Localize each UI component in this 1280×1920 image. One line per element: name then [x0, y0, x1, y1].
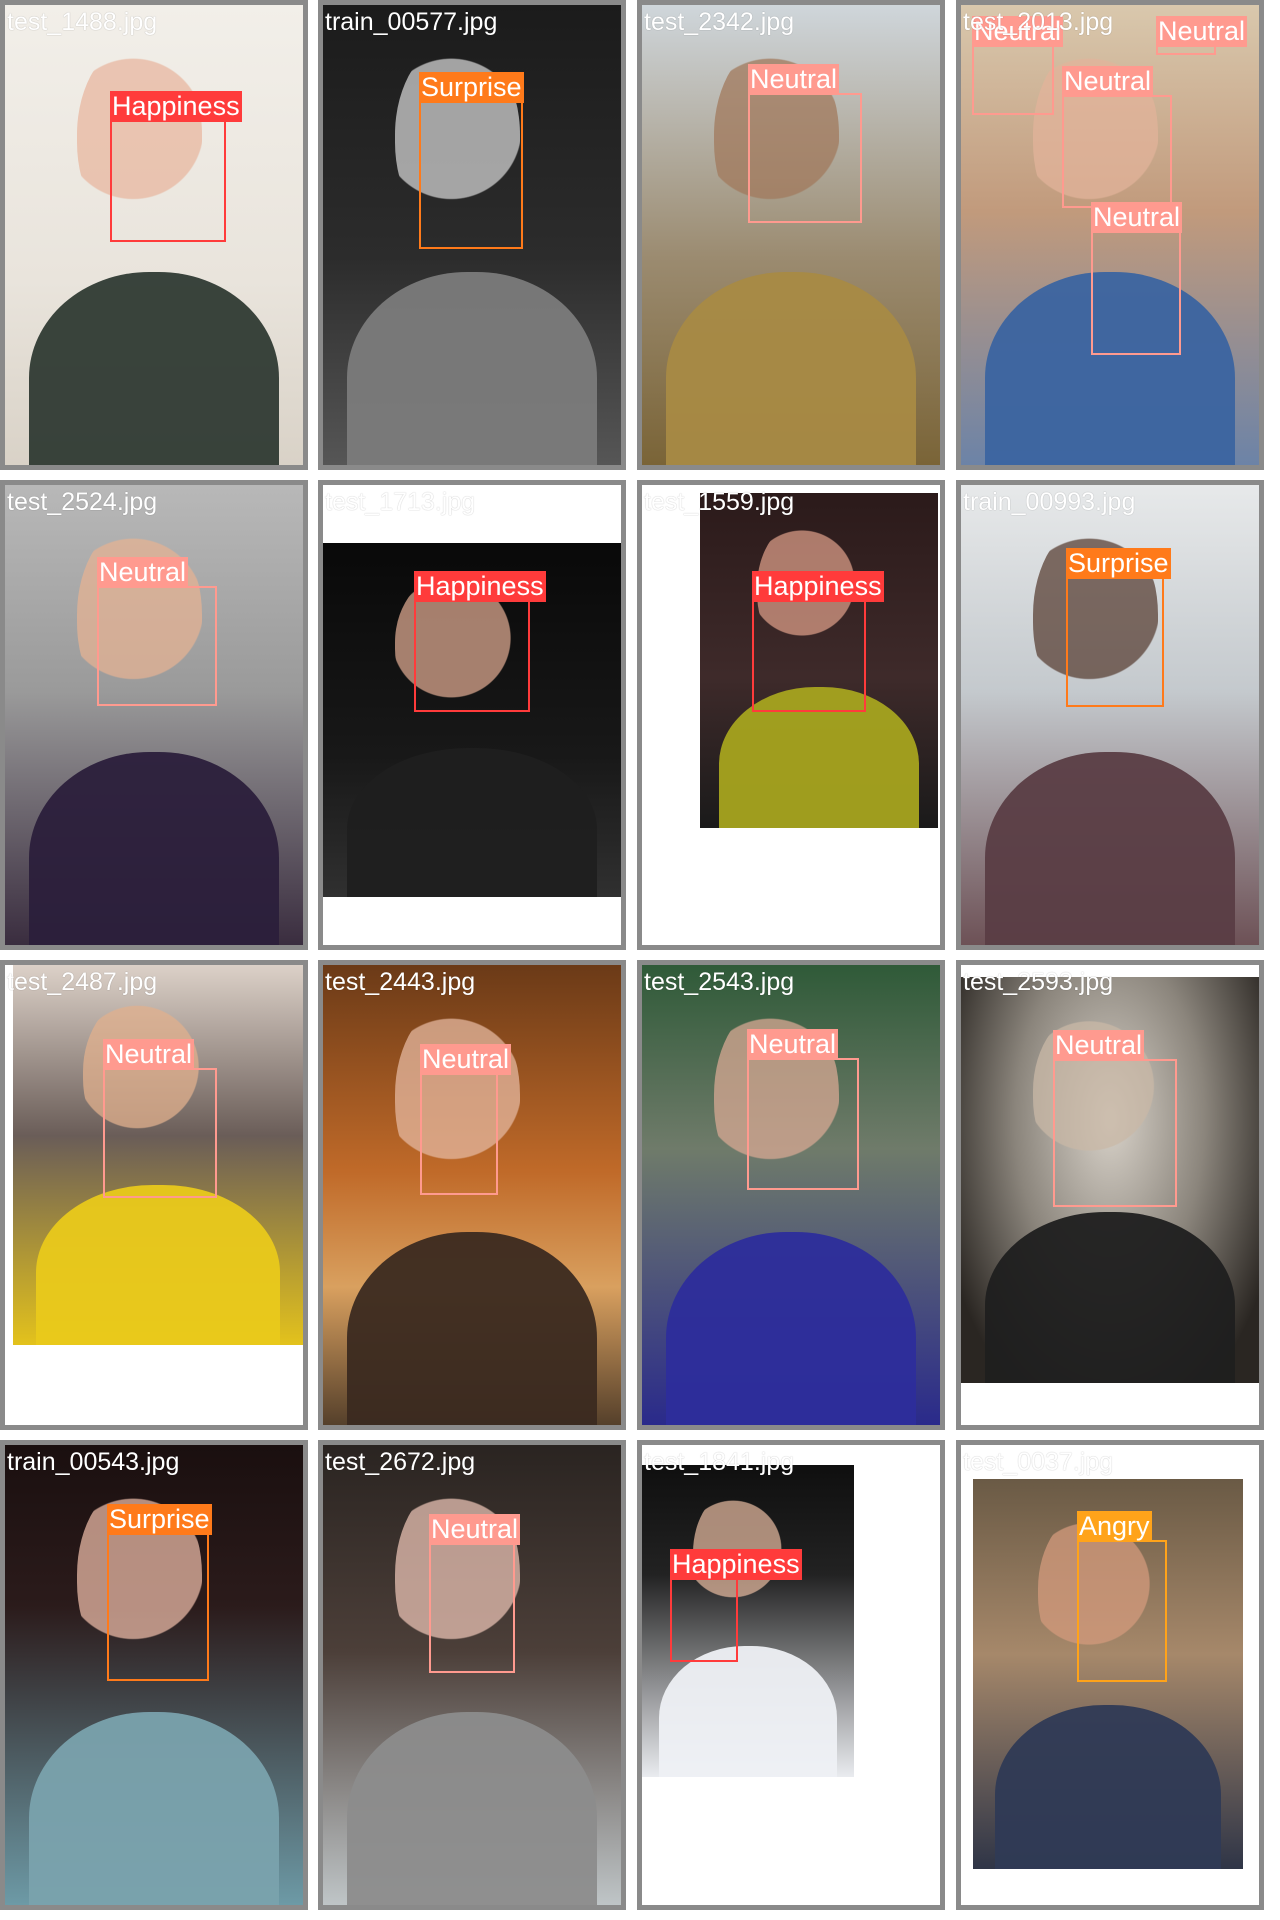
filename: train_00577.jpg — [325, 8, 498, 36]
face-box-neutral: Neutral — [747, 1029, 859, 1190]
tile-2: train_00577.jpg Surprise — [318, 0, 626, 470]
face-box-neutral: Neutral — [1062, 66, 1172, 208]
tile-7: test_1559.jpg Happiness — [637, 480, 945, 950]
label-surprise: Surprise — [107, 1504, 212, 1535]
face-box-neutral: Neutral — [972, 16, 1064, 115]
tile-13: train_00543.jpg Surprise — [0, 1440, 308, 1910]
label-surprise: Surprise — [419, 72, 524, 103]
label-surprise: Surprise — [1066, 548, 1171, 579]
tile-5: test_2524.jpg Neutral — [0, 480, 308, 950]
filename: test_2524.jpg — [7, 488, 158, 516]
tile-3: test_2342.jpg Neutral — [637, 0, 945, 470]
tile-14: test_2672.jpg Neutral — [318, 1440, 626, 1910]
label-neutral: Neutral — [103, 1039, 195, 1070]
face-box-surprise: Surprise — [419, 72, 524, 249]
face-box-neutral: Neutral — [1156, 16, 1248, 55]
photo — [5, 485, 303, 945]
filename: test_2543.jpg — [644, 968, 795, 996]
filename: test_2342.jpg — [644, 8, 795, 36]
detection-mosaic: test_1488.jpg Happiness train_00577.jpg … — [0, 0, 1280, 1920]
tile-15: test_1841.jpg Happiness — [637, 1440, 945, 1910]
tile-4: test_2013.jpg Neutral Neutral Neutral Ne… — [956, 0, 1264, 470]
label-angry: Angry — [1077, 1511, 1152, 1542]
tile-12: test_2593.jpg Neutral — [956, 960, 1264, 1430]
label-neutral: Neutral — [1062, 66, 1154, 97]
tile-6: test_1713.jpg Happiness — [318, 480, 626, 950]
filename: test_1841.jpg — [644, 1448, 795, 1476]
filename: test_1713.jpg — [325, 488, 476, 516]
filename: train_00993.jpg — [963, 488, 1136, 516]
label-happiness: Happiness — [670, 1549, 802, 1580]
label-neutral: Neutral — [747, 1029, 839, 1060]
label-neutral: Neutral — [1156, 16, 1248, 47]
label-happiness: Happiness — [110, 91, 242, 122]
filename: test_2593.jpg — [963, 968, 1114, 996]
label-happiness: Happiness — [752, 571, 884, 602]
tile-16: test_0037.jpg Angry — [956, 1440, 1264, 1910]
photo — [323, 965, 621, 1425]
label-neutral: Neutral — [748, 64, 840, 95]
label-neutral: Neutral — [1053, 1030, 1145, 1061]
filename: test_2013.jpg — [963, 8, 1114, 36]
filename: test_1488.jpg — [7, 8, 158, 36]
tile-10: test_2443.jpg Neutral — [318, 960, 626, 1430]
face-box-surprise: Surprise — [1066, 548, 1171, 707]
face-box-happiness: Happiness — [752, 571, 884, 712]
filename: test_1559.jpg — [644, 488, 795, 516]
filename: test_2672.jpg — [325, 1448, 476, 1476]
label-neutral: Neutral — [429, 1514, 521, 1545]
face-box-neutral: Neutral — [97, 557, 217, 706]
face-box-neutral: Neutral — [420, 1044, 512, 1195]
face-box-neutral: Neutral — [1091, 202, 1183, 355]
tile-9: test_2487.jpg Neutral — [0, 960, 308, 1430]
face-box-happiness: Happiness — [670, 1549, 802, 1662]
face-box-neutral: Neutral — [1053, 1030, 1177, 1207]
face-box-neutral: Neutral — [429, 1514, 521, 1673]
face-box-angry: Angry — [1077, 1511, 1167, 1682]
face-box-neutral: Neutral — [748, 64, 862, 223]
filename: test_2443.jpg — [325, 968, 476, 996]
label-neutral: Neutral — [420, 1044, 512, 1075]
face-box-surprise: Surprise — [107, 1504, 212, 1681]
filename: test_0037.jpg — [963, 1448, 1114, 1476]
face-box-neutral: Neutral — [103, 1039, 217, 1198]
tile-11: test_2543.jpg Neutral — [637, 960, 945, 1430]
tile-1: test_1488.jpg Happiness — [0, 0, 308, 470]
label-neutral: Neutral — [1091, 202, 1183, 233]
tile-8: train_00993.jpg Surprise — [956, 480, 1264, 950]
filename: train_00543.jpg — [7, 1448, 180, 1476]
filename: test_2487.jpg — [7, 968, 158, 996]
label-neutral: Neutral — [97, 557, 189, 588]
face-box-happiness: Happiness — [110, 91, 242, 242]
face-box-happiness: Happiness — [414, 571, 546, 712]
label-happiness: Happiness — [414, 571, 546, 602]
